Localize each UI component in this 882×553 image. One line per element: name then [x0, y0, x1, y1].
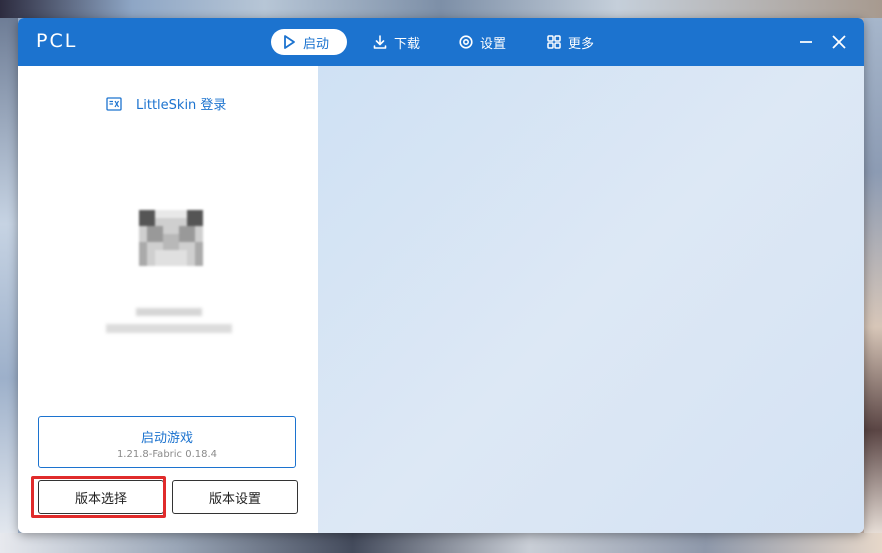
player-name-redacted	[136, 308, 202, 316]
app-title: PCL	[36, 30, 78, 52]
avatar-skin-icon	[139, 210, 203, 266]
main-content-area	[318, 66, 864, 533]
sidebar: LittleSkin 登录 启动游戏 1.21.8-Fabric 0.18.4	[18, 66, 318, 533]
version-settings-button[interactable]: 版本设置	[172, 480, 298, 514]
nav-more[interactable]: 更多	[536, 29, 608, 55]
desktop-background-bottom	[0, 533, 882, 553]
nav-settings-label: 设置	[480, 36, 507, 52]
launcher-window: PCL 启动 下载 设置 更多 LittleSkin 登录 启动游戏 1.21.…	[18, 18, 864, 533]
nav-launch[interactable]: 启动	[271, 29, 347, 55]
littleskin-login-link[interactable]: LittleSkin 登录	[106, 94, 226, 113]
nav-download-label: 下载	[394, 36, 421, 52]
nav-more-label: 更多	[568, 36, 595, 52]
gear-icon	[459, 35, 473, 49]
launch-game-label: 启动游戏	[140, 431, 193, 446]
nav-launch-label: 启动	[303, 36, 330, 52]
desktop-background-right	[864, 18, 882, 533]
avatar[interactable]	[139, 210, 203, 266]
nav-settings[interactable]: 设置	[448, 29, 520, 55]
grid-icon	[547, 35, 561, 49]
launch-version-label: 1.21.8-Fabric 0.18.4	[116, 449, 218, 460]
player-id-redacted	[106, 324, 232, 333]
minimize-icon[interactable]	[796, 32, 816, 52]
desktop-background-left	[0, 18, 18, 533]
nav-download[interactable]: 下载	[362, 29, 434, 55]
play-icon	[284, 35, 295, 49]
title-bar[interactable]: PCL 启动 下载 设置 更多	[18, 18, 864, 66]
login-label: LittleSkin 登录	[136, 98, 227, 113]
desktop-background-top	[0, 0, 882, 18]
id-card-icon	[106, 96, 122, 111]
version-settings-label: 版本设置	[208, 491, 261, 507]
download-icon	[373, 35, 387, 49]
close-icon[interactable]	[829, 32, 849, 52]
launch-game-button[interactable]: 启动游戏 1.21.8-Fabric 0.18.4	[38, 416, 296, 468]
highlight-box	[31, 476, 166, 518]
